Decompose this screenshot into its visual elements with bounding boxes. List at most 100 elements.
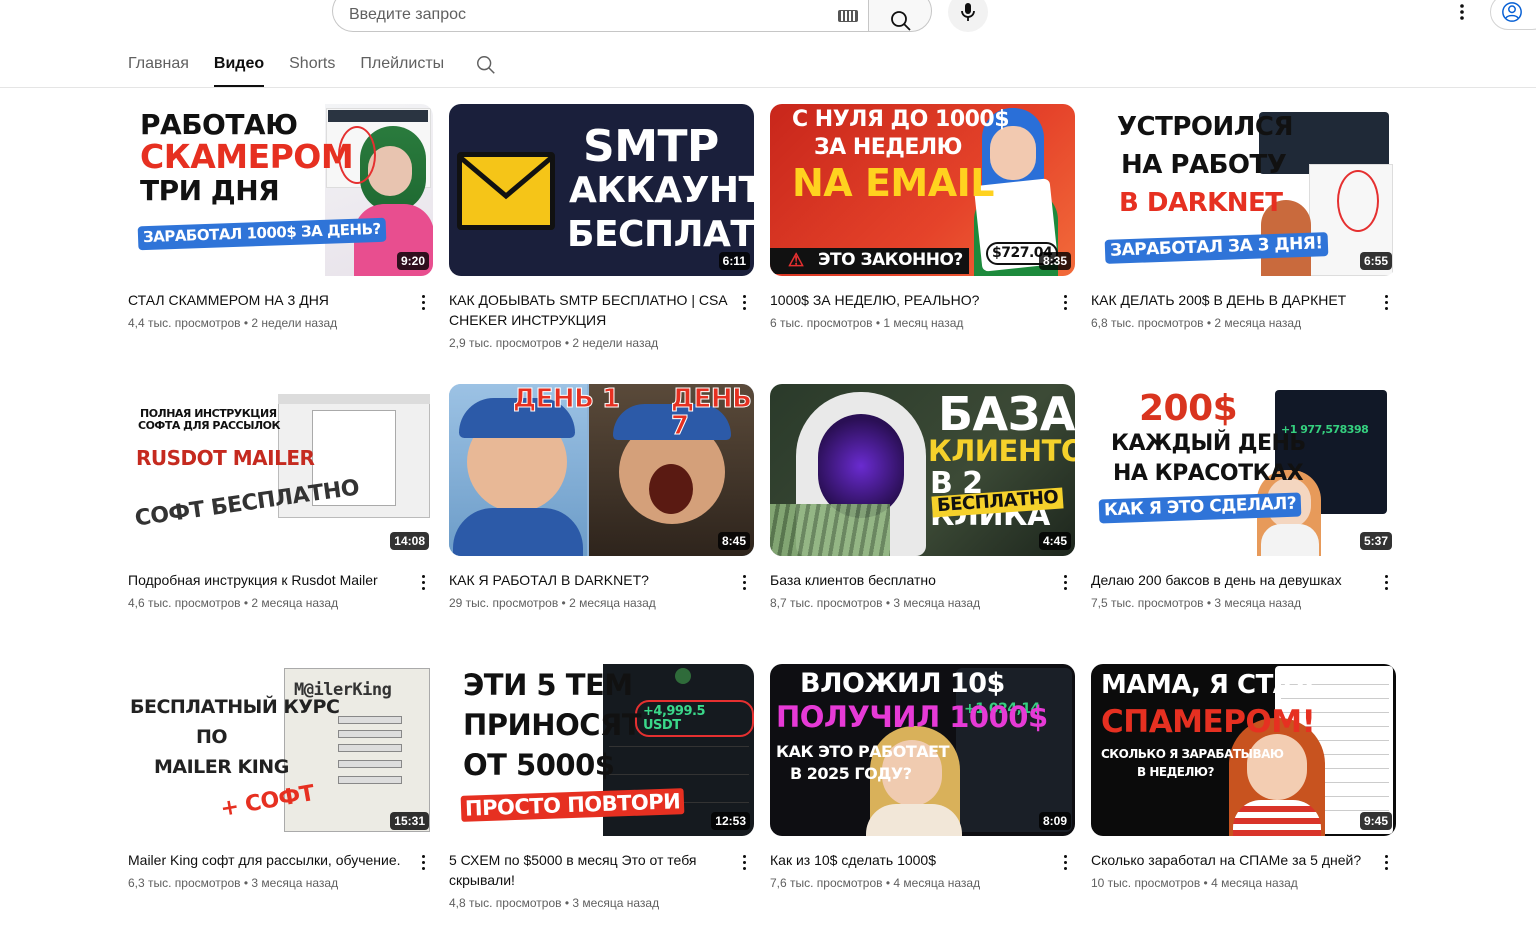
thumbnail-caption: НА КРАСОТКАХ xyxy=(1113,461,1304,486)
video-card: ПОЛНАЯ ИНСТРУКЦИЯ СОФТА ДЛЯ РАССЫЛОК RUS… xyxy=(128,384,433,664)
video-card: +4,999.5 USDT ЭТИ 5 ТЕМ ПРИНОСЯТ ОТ 5000… xyxy=(449,664,754,926)
view-count: 29 тыс. просмотров xyxy=(449,596,559,610)
tab-home[interactable]: Главная xyxy=(128,52,189,87)
view-count: 7,6 тыс. просмотров xyxy=(770,876,883,890)
video-title[interactable]: КАК Я РАБОТАЛ В DARKNET? xyxy=(449,570,728,590)
video-thumbnail[interactable]: +1 024,14 ВЛОЖИЛ 10$ ПОЛУЧИЛ 1000$ КАК Э… xyxy=(770,664,1075,836)
video-stats: 4,8 тыс. просмотров • 3 месяца назад xyxy=(449,894,728,912)
video-title[interactable]: База клиентов бесплатно xyxy=(770,570,1049,590)
sign-in-button[interactable] xyxy=(1490,0,1536,30)
upload-age: 3 месяца назад xyxy=(251,876,339,890)
voice-search-button[interactable] xyxy=(948,0,988,32)
video-thumbnail[interactable]: УСТРОИЛСЯ НА РАБОТУ В DARKNET ЗАРАБОТАЛ … xyxy=(1091,104,1396,276)
video-card: ДЕНЬ 1 ДЕНЬ 7 8:45 КАК Я РАБОТАЛ В DARKN… xyxy=(449,384,754,664)
video-duration: 9:45 xyxy=(1359,812,1392,830)
thumbnail-caption: УСТРОИЛСЯ xyxy=(1117,112,1293,142)
video-thumbnail[interactable]: ДЕНЬ 1 ДЕНЬ 7 8:45 xyxy=(449,384,754,556)
tabs-divider xyxy=(0,87,1536,88)
more-actions-button[interactable] xyxy=(413,852,433,872)
video-thumbnail[interactable]: С НУЛЯ ДО 1000$ ЗА НЕДЕЛЮ NA EMAIL ЭТО З… xyxy=(770,104,1075,276)
more-actions-button[interactable] xyxy=(1376,292,1396,312)
video-thumbnail[interactable]: +4,999.5 USDT ЭТИ 5 ТЕМ ПРИНОСЯТ ОТ 5000… xyxy=(449,664,754,836)
more-actions-button[interactable] xyxy=(1376,572,1396,592)
upload-age: 2 месяца назад xyxy=(1214,316,1302,330)
video-stats: 6,8 тыс. просмотров • 2 месяца назад xyxy=(1091,314,1370,332)
upload-age: 4 месяца назад xyxy=(893,876,981,890)
video-title[interactable]: 5 СХЕМ по $5000 в месяц Это от тебя скры… xyxy=(449,850,728,890)
view-count: 6 тыс. просмотров xyxy=(770,316,873,330)
view-count: 4,4 тыс. просмотров xyxy=(128,316,241,330)
video-thumbnail[interactable]: БАЗА КЛИЕНТОВ В 2 КЛИКА БЕСПЛАТНО 4:45 xyxy=(770,384,1075,556)
video-thumbnail[interactable]: ПОЛНАЯ ИНСТРУКЦИЯ СОФТА ДЛЯ РАССЫЛОК RUS… xyxy=(128,384,433,556)
thumbnail-caption: ПО xyxy=(196,726,228,748)
more-actions-button[interactable] xyxy=(734,572,754,592)
thumbnail-caption: +4,999.5 USDT xyxy=(635,700,754,738)
video-duration: 5:37 xyxy=(1359,532,1392,550)
thumbnail-caption: ЗА НЕДЕЛЮ xyxy=(814,135,962,160)
video-title[interactable]: КАК ДЕЛАТЬ 200$ В ДЕНЬ В ДАРКНЕТ xyxy=(1091,290,1370,310)
more-actions-button[interactable] xyxy=(734,852,754,872)
thumbnail-caption: RUSDOT MAILER xyxy=(136,446,315,470)
video-card: SMTP АККАУНТЫ БЕСПЛАТНО 6:11 КАК ДОБЫВАТ… xyxy=(449,104,754,384)
thumbnail-caption: МАМА, Я СТАЛ xyxy=(1101,670,1314,700)
video-stats: 4,4 тыс. просмотров • 2 недели назад xyxy=(128,314,407,332)
microphone-icon xyxy=(961,3,975,21)
more-actions-button[interactable] xyxy=(413,572,433,592)
video-title[interactable]: Подробная инструкция к Rusdot Mailer xyxy=(128,570,407,590)
video-title[interactable]: Как из 10$ сделать 1000$ xyxy=(770,850,1049,870)
more-actions-button[interactable] xyxy=(734,292,754,312)
upload-age: 3 месяца назад xyxy=(893,596,981,610)
video-thumbnail[interactable]: МАМА, Я СТАЛ СПАМЕРОМ! СКОЛЬКО Я ЗАРАБАТ… xyxy=(1091,664,1396,836)
video-card: M@ilerKing БЕСПЛАТНЫЙ КУРС ПО MAILER KIN… xyxy=(128,664,433,926)
more-actions-button[interactable] xyxy=(413,292,433,312)
tab-videos[interactable]: Видео xyxy=(213,52,265,87)
view-count: 2,9 тыс. просмотров xyxy=(449,336,562,350)
video-title[interactable]: КАК ДОБЫВАТЬ SMTP БЕСПЛАТНО | CSA CHEKER… xyxy=(449,290,728,330)
video-title[interactable]: 1000$ ЗА НЕДЕЛЮ, РЕАЛЬНО? xyxy=(770,290,1049,310)
dot-separator: • xyxy=(885,876,891,890)
video-stats: 29 тыс. просмотров • 2 месяца назад xyxy=(449,594,728,612)
video-stats: 7,6 тыс. просмотров • 4 месяца назад xyxy=(770,874,1049,892)
video-stats: 7,5 тыс. просмотров • 3 месяца назад xyxy=(1091,594,1370,612)
video-title[interactable]: Делаю 200 баксов в день на девушках xyxy=(1091,570,1370,590)
dot-separator: • xyxy=(564,336,570,350)
settings-menu-button[interactable] xyxy=(1452,2,1472,22)
video-card: БАЗА КЛИЕНТОВ В 2 КЛИКА БЕСПЛАТНО 4:45 Б… xyxy=(770,384,1075,664)
more-actions-button[interactable] xyxy=(1376,852,1396,872)
search-button[interactable] xyxy=(868,0,932,32)
video-card: С НУЛЯ ДО 1000$ ЗА НЕДЕЛЮ NA EMAIL ЭТО З… xyxy=(770,104,1075,384)
upload-age: 3 месяца назад xyxy=(1214,596,1302,610)
video-thumbnail[interactable]: РАБОТАЮ СКАМЕРОМ ТРИ ДНЯ ЗАРАБОТАЛ 1000$… xyxy=(128,104,433,276)
tab-playlists[interactable]: Плейлисты xyxy=(360,52,444,87)
warning-icon: ⚠ xyxy=(788,250,805,270)
more-actions-button[interactable] xyxy=(1055,572,1075,592)
upload-age: 2 месяца назад xyxy=(569,596,656,610)
video-thumbnail[interactable]: M@ilerKing БЕСПЛАТНЫЙ КУРС ПО MAILER KIN… xyxy=(128,664,433,836)
more-vert-icon xyxy=(1460,4,1464,20)
video-thumbnail[interactable]: +1 977,578398 200$ КАЖДЫЙ ДЕНЬ НА КРАСОТ… xyxy=(1091,384,1396,556)
thumbnail-caption: СОФТА ДЛЯ РАССЫЛОК xyxy=(138,419,281,432)
search-box[interactable] xyxy=(332,0,869,32)
search-input[interactable] xyxy=(349,3,829,27)
thumbnail-caption: ДЕНЬ 7 xyxy=(671,384,753,442)
video-stats: 4,6 тыс. просмотров • 2 месяца назад xyxy=(128,594,407,612)
video-title[interactable]: Mailer King софт для рассылки, обучение. xyxy=(128,850,407,870)
more-actions-button[interactable] xyxy=(1055,852,1075,872)
video-title[interactable]: СТАЛ СКАММЕРОМ НА 3 ДНЯ xyxy=(128,290,407,310)
thumbnail-caption: ТРИ ДНЯ xyxy=(140,174,280,207)
video-thumbnail[interactable]: SMTP АККАУНТЫ БЕСПЛАТНО 6:11 xyxy=(449,104,754,276)
upload-age: 3 месяца назад xyxy=(572,896,660,910)
thumbnail-caption: БАЗА xyxy=(938,387,1075,441)
tab-shorts[interactable]: Shorts xyxy=(289,52,335,87)
envelope-flap xyxy=(459,156,553,200)
more-actions-button[interactable] xyxy=(1055,292,1075,312)
channel-search-button[interactable] xyxy=(475,54,497,76)
thumbnail-caption: ЭТИ 5 ТЕМ xyxy=(463,668,633,702)
video-title[interactable]: Сколько заработал на СПАМе за 5 дней? xyxy=(1091,850,1370,870)
thumbnail-caption: ОТ 5000$ xyxy=(463,748,615,782)
dot-separator: • xyxy=(243,596,249,610)
thumbnail-caption: ДЕНЬ 1 xyxy=(513,384,621,414)
keyboard-icon[interactable] xyxy=(838,10,858,22)
video-duration: 15:31 xyxy=(390,812,429,830)
thumbnail-caption: В DARKNET xyxy=(1119,188,1283,218)
